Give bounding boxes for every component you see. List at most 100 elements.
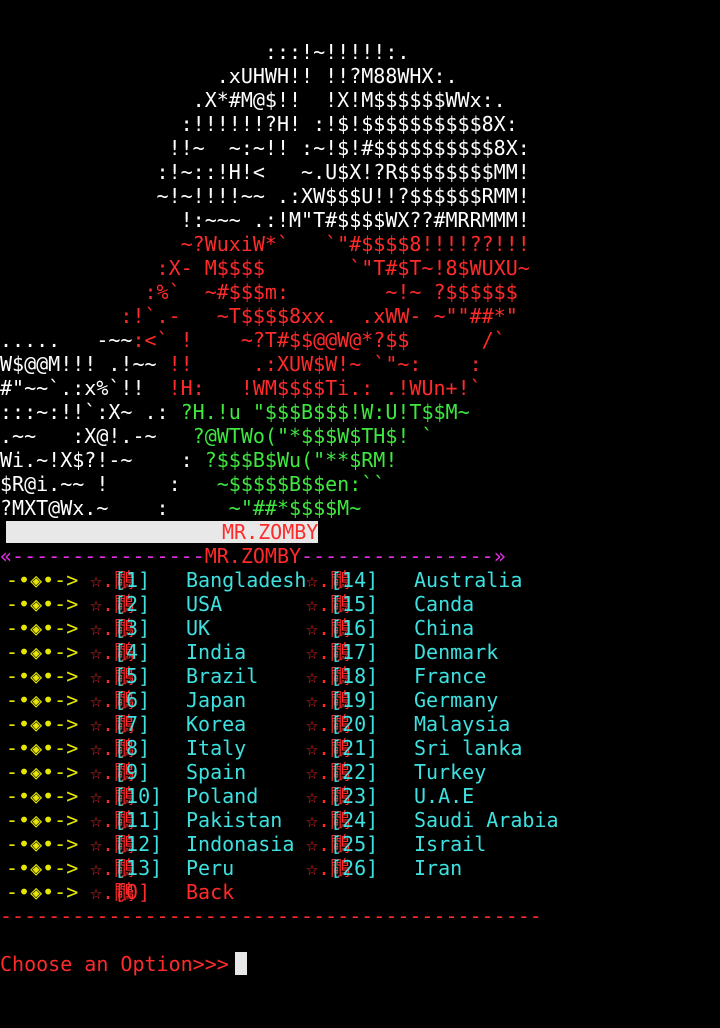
ascii-art-line: ~!~!!!!~~ .:XW$$$U!!?$$$$$$RMM! [0,184,720,208]
text-cursor[interactable] [234,952,247,975]
menu-option-usa[interactable]: USA [186,592,222,616]
menu-option-indonasia[interactable]: Indonasia [186,832,294,856]
ascii-art-segment: !H: !WM$$$$Ti.: .!WUn+!` [168,376,482,400]
ascii-art-segment: ..... -~~ [0,328,133,352]
menu-row: -•◈•-> ☆.鷼 [5] Brazil ☆.鷼 [18] France [0,664,720,688]
menu-row: -•◈•-> ☆.鷼 [9] Spain ☆.鷼 [22] Turkey [0,760,720,784]
menu-option-israil[interactable]: Israil [414,832,486,856]
ascii-art-line: #"~~`.:x%`!! !H: !WM$$$$Ti.: .!WUn+!` [0,376,720,400]
title-banner: MR.ZOMBY [0,520,720,544]
ascii-art-line: :!`.- ~T$$$$8xx. .xWW- ~""##*" [0,304,720,328]
menu-option-number[interactable]: [4] [114,640,150,664]
arrow-bullet-icon: -•◈•-> [6,760,79,784]
menu-option-saudi-arabia[interactable]: Saudi Arabia [414,808,559,832]
ascii-art-segment: $R@i.~~ ! : [0,472,217,496]
menu-option-japan[interactable]: Japan [186,688,246,712]
ascii-art-segment: .xUHWH!! !!?M88WHX:. [0,64,458,88]
ascii-art-line: $R@i.~~ ! : ~$$$$$B$$en:`` [0,472,720,496]
menu-row: -•◈•-> ☆.鷼 [13] Peru ☆.鷼 [26] Iran [0,856,720,880]
option-prompt[interactable]: Choose an Option>>> [0,952,720,976]
menu-option-number[interactable]: [15] [330,592,378,616]
menu-option-brazil[interactable]: Brazil [186,664,258,688]
prompt-text: Choose an Option>>> [0,952,229,976]
menu-option-denmark[interactable]: Denmark [414,640,498,664]
terminal-window: :::!~!!!!!:. .xUHWH!! !!?M88WHX:. .X*#M@… [0,0,720,1028]
arrow-bullet-icon: -•◈•-> [6,712,79,736]
menu-option-china[interactable]: China [414,616,474,640]
menu-option-number[interactable]: [6] [114,688,150,712]
menu-option-number[interactable]: [18] [330,664,378,688]
ascii-art-line: .xUHWH!! !!?M88WHX:. [0,64,720,88]
ascii-art-line: Wi.~!X$?!-~ : ?$$$B$Wu("**$RM! [0,448,720,472]
back-option[interactable]: Back [186,880,234,904]
menu-option-uk[interactable]: UK [186,616,210,640]
arrow-bullet-icon: -•◈•-> [6,664,79,688]
menu-option-australia[interactable]: Australia [414,568,522,592]
menu-option-turkey[interactable]: Turkey [414,760,486,784]
menu-option-bangladesh[interactable]: Bangladesh [186,568,306,592]
menu-option-india[interactable]: India [186,640,246,664]
ascii-art-segment: ~"##*$$$$M~ [228,496,362,520]
menu-option-number[interactable]: [12] [114,832,162,856]
menu-option-peru[interactable]: Peru [186,856,234,880]
menu-header-separator: «----------------MR.ZOMBY---------------… [0,544,720,568]
menu-option-number[interactable]: [9] [114,760,150,784]
menu-option-canda[interactable]: Canda [414,592,474,616]
ascii-art-segment: !:~~~ .:!M"T#$$$$WX??#MRRMMM! [0,208,530,232]
menu-option-sri-lanka[interactable]: Sri lanka [414,736,522,760]
menu-option-italy[interactable]: Italy [186,736,246,760]
menu-option-number[interactable]: [8] [114,736,150,760]
ascii-art-line: ~?WuxiW*` `"#$$$$8!!!!??!!! [0,232,720,256]
menu-option-number[interactable]: [10] [114,784,162,808]
arrow-bullet-icon: -•◈•-> [6,616,79,640]
ascii-art-segment: :::!~!!!!!:. [0,40,410,64]
ascii-art-line: W$@@M!!! .!~~ !! .:XUW$W!~ `"~: : [0,352,720,376]
back-option-number[interactable]: [0] [114,880,150,904]
menu-option-number[interactable]: [5] [114,664,150,688]
menu-option-number[interactable]: [13] [114,856,162,880]
ascii-art-segment: :X- M$$$$ `"T#$T~!8$WUXU~ [0,256,530,280]
ascii-art-segment: !!~ ~:~!! :~!$!#$$$$$$$$$$8X: [0,136,530,160]
menu-option-number[interactable]: [24] [330,808,378,832]
menu-option-number[interactable]: [23] [330,784,378,808]
separator-left: «---------------- [0,544,205,568]
menu-option-pakistan[interactable]: Pakistan [186,808,282,832]
menu-option-france[interactable]: France [414,664,486,688]
menu-option-number[interactable]: [2] [114,592,150,616]
menu-option-germany[interactable]: Germany [414,688,498,712]
ascii-art-segment: .~~ :X@!.-~ [0,424,193,448]
menu-option-spain[interactable]: Spain [186,760,246,784]
menu-option-number[interactable]: [17] [330,640,378,664]
menu-option-number[interactable]: [19] [330,688,378,712]
ascii-art-segment: ?@WTWo("*$$$W$TH$! ` [192,424,434,448]
ascii-art-segment: :!!!!!!?H! :!$!$$$$$$$$$$8X: [0,112,518,136]
menu-option-u-a-e[interactable]: U.A.E [414,784,474,808]
menu-option-number[interactable]: [14] [330,568,378,592]
ascii-art-segment: :!~::!H!< ~.U$X!?R$$$$$$$$MM! [0,160,530,184]
menu-option-number[interactable]: [26] [330,856,378,880]
menu-option-number[interactable]: [11] [114,808,162,832]
menu-option-number[interactable]: [22] [330,760,378,784]
menu-option-number[interactable]: [21] [330,736,378,760]
menu-option-number[interactable]: [20] [330,712,378,736]
ascii-art-line: .~~ :X@!.-~ ?@WTWo("*$$$W$TH$! ` [0,424,720,448]
ascii-art-segment: :::~:!!`:X~ .: [0,400,181,424]
menu-option-korea[interactable]: Korea [186,712,246,736]
menu-option-number[interactable]: [1] [114,568,150,592]
menu-option-malaysia[interactable]: Malaysia [414,712,510,736]
menu-option-number[interactable]: [16] [330,616,378,640]
separator-title: MR.ZOMBY [204,544,302,568]
arrow-bullet-icon: -•◈•-> [6,592,79,616]
menu-option-number[interactable]: [7] [114,712,150,736]
ascii-art-segment: ?H.!u "$$$B$$$!W:U!T$$M~ [180,400,470,424]
ascii-art-segment: Wi.~!X$?!-~ : [0,448,205,472]
arrow-bullet-icon: -•◈•-> [6,832,79,856]
menu-option-number[interactable]: [25] [330,832,378,856]
ascii-art-segment: ~$$$$$B$$en:`` [216,472,386,496]
ascii-art-line: :!!!!!!?H! :!$!$$$$$$$$$$8X: [0,112,720,136]
arrow-bullet-icon: -•◈•-> [6,640,79,664]
menu-option-iran[interactable]: Iran [414,856,462,880]
menu-option-number[interactable]: [3] [114,616,150,640]
menu-option-poland[interactable]: Poland [186,784,258,808]
menu-row: -•◈•-> ☆.鷼 [2] USA ☆.鷼 [15] Canda [0,592,720,616]
